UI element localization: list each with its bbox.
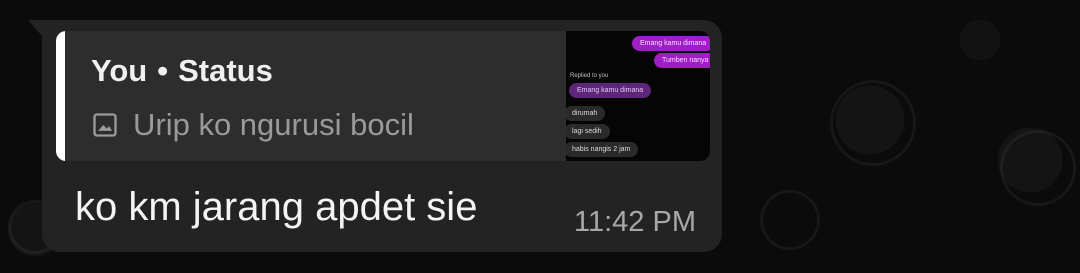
quote-separator: • <box>157 53 169 88</box>
wallpaper-doodle <box>830 80 916 166</box>
quote-accent-bar <box>56 31 65 161</box>
quote-preview-text: Urip ko ngurusi bocil <box>133 107 414 142</box>
wallpaper-doodle <box>760 190 820 250</box>
message-timestamp: 11:42 PM <box>574 206 696 238</box>
thumbnail-message: dirumah <box>566 106 606 121</box>
incoming-message-bubble[interactable]: You • Status Urip ko ngurusi bocil Emang k… <box>42 20 722 252</box>
image-icon <box>91 111 119 139</box>
quoted-status-reply[interactable]: You • Status Urip ko ngurusi bocil Emang k… <box>56 31 710 161</box>
thumbnail-replied-label: Replied to you <box>570 73 609 79</box>
message-text: ko km jarang apdet sie <box>75 185 478 229</box>
quote-author-line: You • Status <box>91 53 273 89</box>
bubble-tail <box>28 20 42 36</box>
quote-source-label: Status <box>178 53 273 88</box>
quote-preview: Urip ko ngurusi bocil <box>91 107 414 143</box>
thumbnail-message: lagi sedih <box>566 124 610 139</box>
thumbnail-message: habis nangis 2 jam <box>566 142 639 157</box>
thumbnail-message: Tumben nanya <box>654 53 710 68</box>
wallpaper-doodle <box>1000 130 1076 206</box>
quote-author-name: You <box>91 53 148 88</box>
thumbnail-message: Emang kamu dimana <box>632 36 710 51</box>
status-thumbnail[interactable]: Emang kamu dimana Tumben nanya Replied t… <box>566 31 710 161</box>
thumbnail-message: Emang kamu dimana <box>569 83 652 98</box>
